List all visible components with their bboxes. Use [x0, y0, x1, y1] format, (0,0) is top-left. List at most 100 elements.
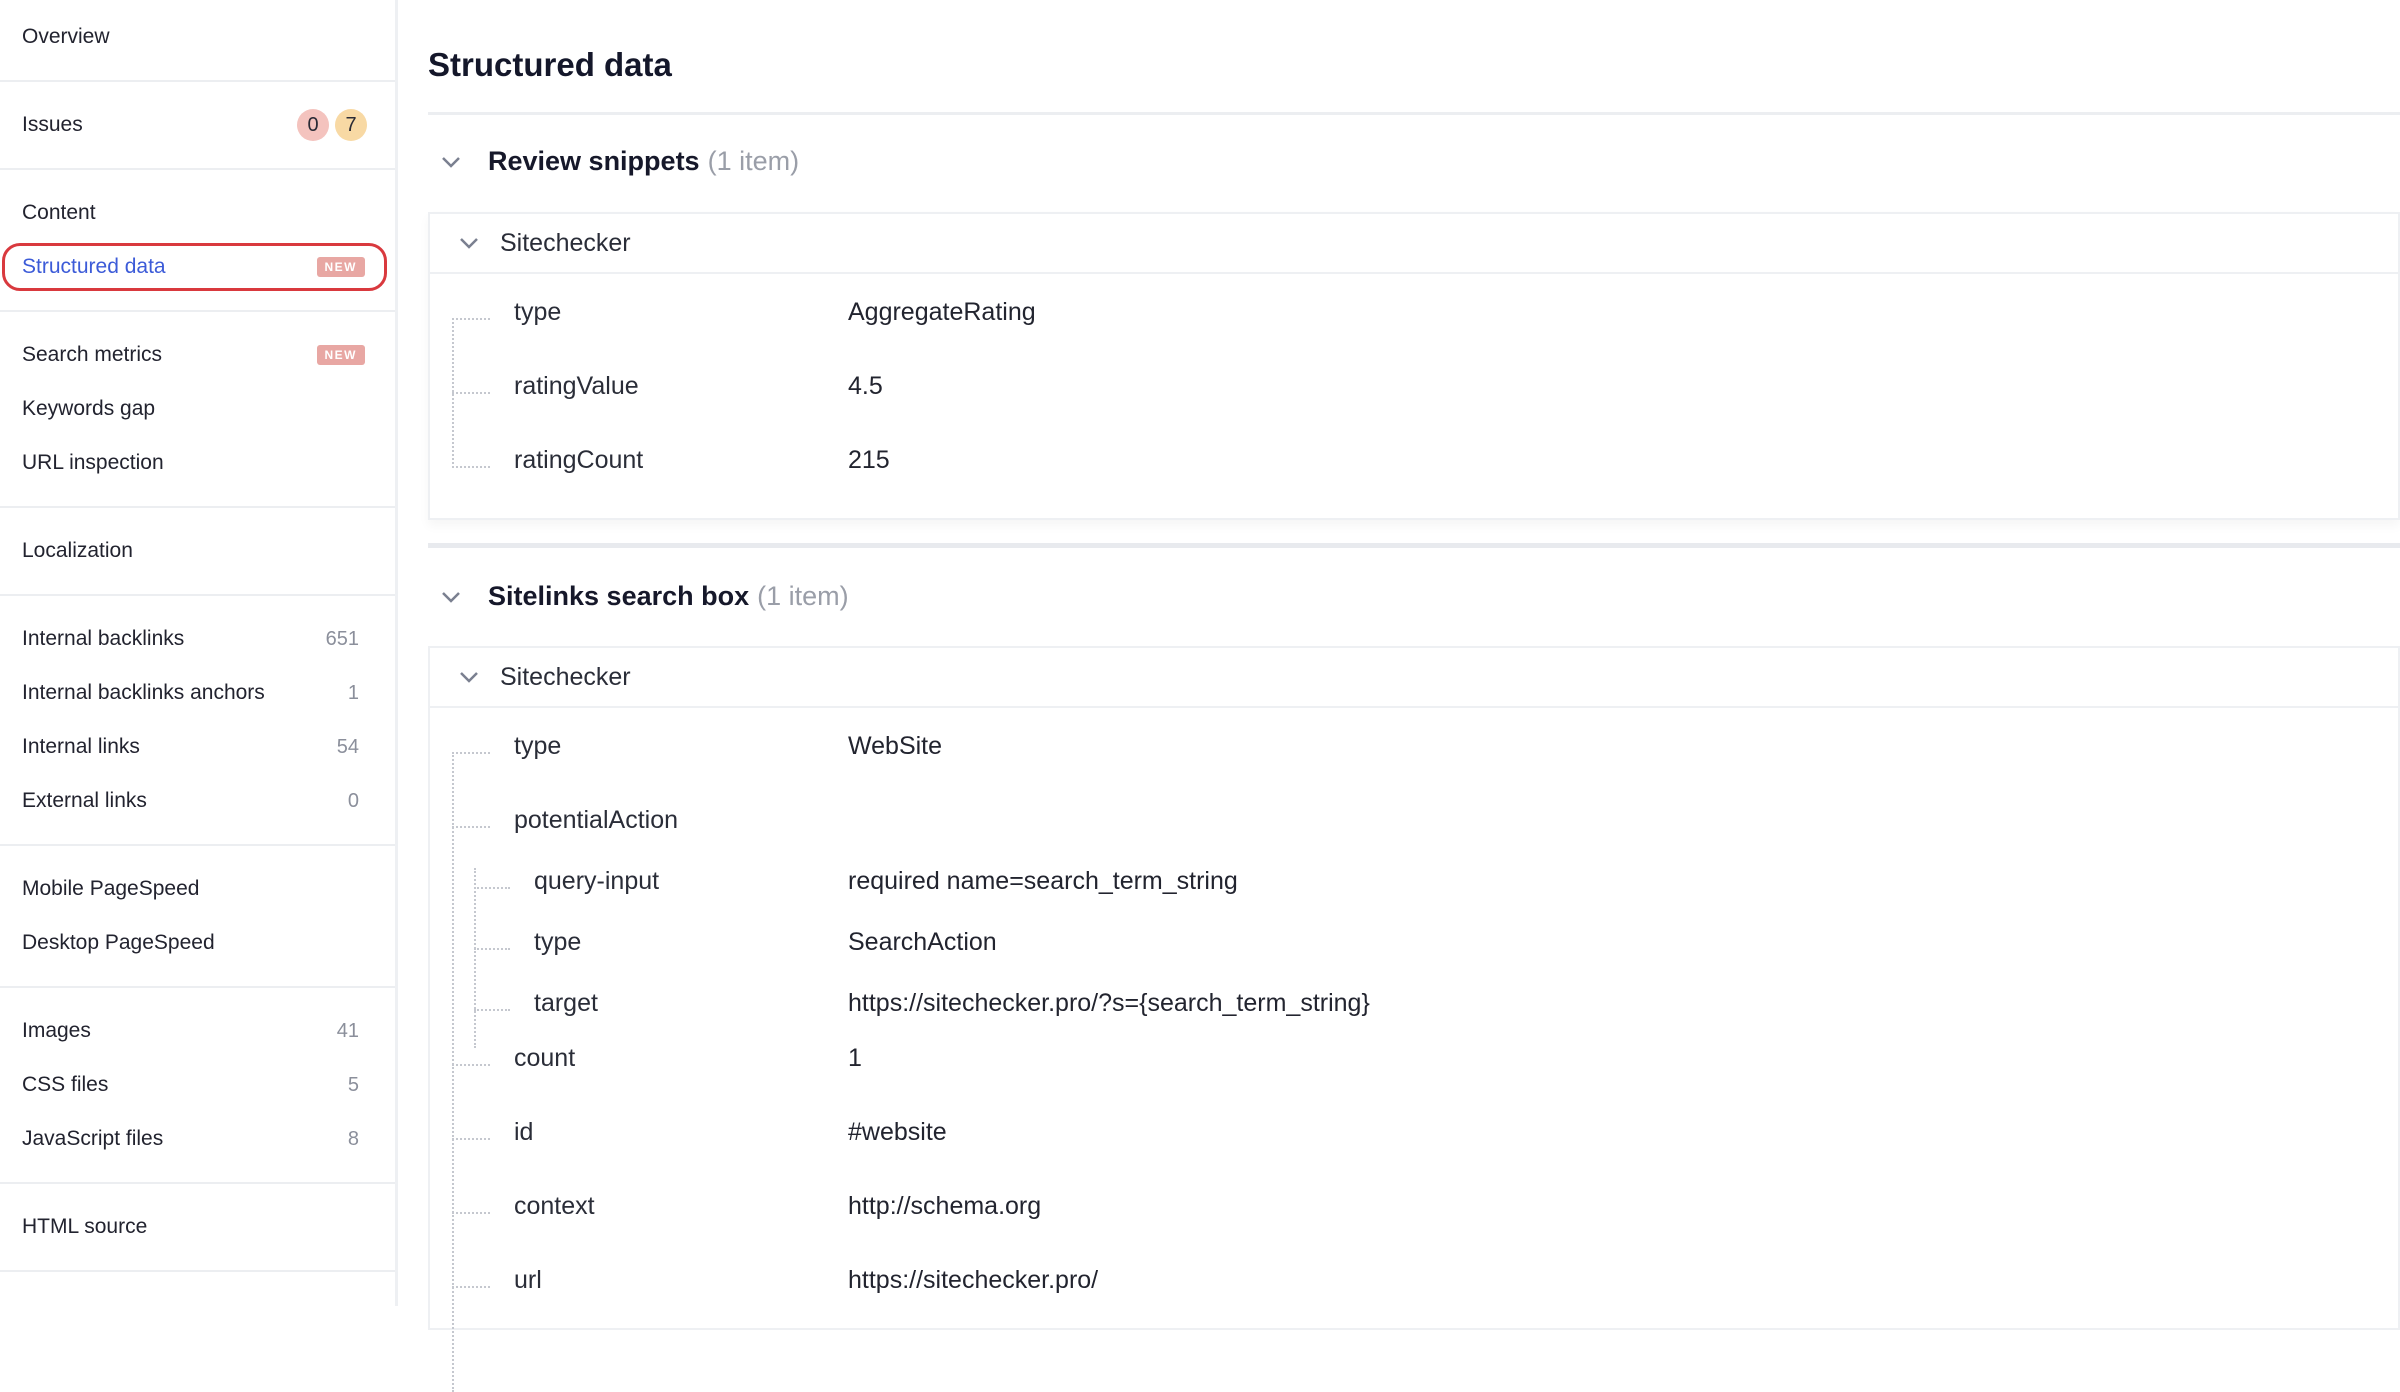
property-value: https://sitechecker.pro/?s={search_term_… [848, 989, 1370, 1017]
sidebar-group-content: Content Structured data NEW [0, 170, 395, 312]
chevron-down-icon [440, 149, 462, 175]
sidebar-item-label: Internal backlinks [22, 627, 185, 650]
property-value: http://schema.org [848, 1192, 1042, 1220]
property-key: count [514, 1044, 576, 1072]
sidebar-item-javascript-files[interactable]: JavaScript files 8 [0, 1112, 395, 1166]
sidebar-item-count: 1 [347, 681, 359, 704]
sidebar-item-label: Structured data [22, 255, 166, 278]
sidebar-item-label: HTML source [22, 1215, 148, 1238]
sidebar-item-label: Issues [22, 113, 83, 136]
property-key: potentialAction [514, 806, 679, 834]
sidebar-item-count: 5 [347, 1073, 359, 1096]
sidebar-item-count: 651 [325, 627, 359, 650]
property-row: context http://schema.org [430, 1192, 2398, 1232]
property-row: ratingCount 215 [430, 446, 2398, 486]
property-key: context [514, 1192, 595, 1220]
property-key: url [514, 1266, 542, 1294]
page-title: Structured data [428, 46, 672, 83]
sidebar-item-label: URL inspection [22, 451, 164, 474]
sidebar-item-label: JavaScript files [22, 1127, 164, 1150]
section-divider [428, 543, 2400, 548]
new-badge: NEW [316, 345, 365, 365]
sidebar-item-overview[interactable]: Overview [0, 10, 395, 64]
section-sitelinks-toggle[interactable]: Sitelinks search box (1 item) [440, 581, 849, 612]
entity-toggle[interactable]: Sitechecker [430, 214, 2398, 274]
sidebar-item-search-metrics[interactable]: Search metrics NEW [0, 328, 395, 382]
property-value: 1 [848, 1044, 862, 1072]
sidebar-item-keywords-gap[interactable]: Keywords gap [0, 382, 395, 436]
property-key: ratingCount [514, 446, 644, 474]
sidebar-group-search: Search metrics NEW Keywords gap URL insp… [0, 312, 395, 508]
chevron-down-icon [458, 230, 480, 256]
sidebar-item-external-links[interactable]: External links 0 [0, 774, 395, 828]
property-key: id [514, 1118, 534, 1146]
property-row: url https://sitechecker.pro/ [430, 1266, 2398, 1306]
sidebar-item-count: 0 [347, 789, 359, 812]
property-value: required name=search_term_string [848, 867, 1238, 895]
nested-property-row: type SearchAction [430, 928, 2398, 968]
property-row: count 1 [430, 1044, 2398, 1084]
sidebar-item-label: Localization [22, 539, 133, 562]
sidebar-group-overview: Overview [0, 0, 395, 82]
sidebar-item-css-files[interactable]: CSS files 5 [0, 1058, 395, 1112]
sidebar-item-internal-backlinks[interactable]: Internal backlinks 651 [0, 612, 395, 666]
entity-name: Sitechecker [500, 662, 631, 691]
property-row: id #website [430, 1118, 2398, 1158]
title-divider [428, 112, 2400, 115]
property-row: type WebSite [430, 732, 2398, 772]
section-review-snippets-toggle[interactable]: Review snippets (1 item) [440, 146, 799, 177]
sidebar-item-label: External links [22, 789, 147, 812]
sidebar-item-url-inspection[interactable]: URL inspection [0, 436, 395, 490]
sidebar-item-label: Overview [22, 25, 110, 48]
errors-count-badge: 0 [297, 109, 329, 141]
sidebar-item-content[interactable]: Content [0, 186, 395, 240]
property-value: 215 [848, 446, 890, 474]
new-badge: NEW [316, 257, 365, 277]
property-row: potentialAction [430, 806, 2398, 846]
sidebar-group-pagespeed: Mobile PageSpeed Desktop PageSpeed [0, 846, 395, 988]
sidebar-item-label: Content [22, 201, 96, 224]
property-value: SearchAction [848, 928, 997, 956]
sidebar-group-html: HTML source [0, 1184, 395, 1272]
entity-toggle[interactable]: Sitechecker [430, 648, 2398, 708]
section-item-count: (1 item) [707, 146, 800, 176]
sidebar-group-resources: Images 41 CSS files 5 JavaScript files 8 [0, 988, 395, 1184]
nested-property-row: target https://sitechecker.pro/?s={searc… [430, 989, 2398, 1029]
sidebar-item-images[interactable]: Images 41 [0, 1004, 395, 1058]
property-value: 4.5 [848, 372, 883, 400]
property-row: type AggregateRating [430, 298, 2398, 338]
sidebar-item-internal-links[interactable]: Internal links 54 [0, 720, 395, 774]
sidebar-item-label: Images [22, 1019, 91, 1042]
sidebar-item-label: Desktop PageSpeed [22, 931, 215, 954]
section-title: Sitelinks search box [488, 581, 750, 611]
sidebar-item-label: Keywords gap [22, 397, 156, 420]
main-content: Structured data Review snippets (1 item)… [428, 0, 2400, 1392]
sidebar-item-label: Internal links [22, 735, 140, 758]
sidebar-item-count: 8 [347, 1127, 359, 1150]
sitelinks-card: Sitechecker type WebSite potentialAction… [428, 646, 2400, 1392]
property-key: type [514, 298, 562, 326]
section-title: Review snippets [488, 146, 700, 176]
property-value: WebSite [848, 732, 943, 760]
property-value: https://sitechecker.pro/ [848, 1266, 1099, 1294]
sidebar-item-label: Internal backlinks anchors [22, 681, 265, 704]
sidebar-item-internal-backlinks-anchors[interactable]: Internal backlinks anchors 1 [0, 666, 395, 720]
property-key: target [534, 989, 598, 1017]
issue-counters: 0 7 [297, 109, 367, 141]
property-value: AggregateRating [848, 298, 1036, 326]
sidebar-item-count: 54 [336, 735, 359, 758]
sidebar-item-issues[interactable]: Issues 0 7 [0, 98, 395, 152]
property-key: query-input [534, 867, 660, 895]
sidebar-item-html-source[interactable]: HTML source [0, 1200, 395, 1254]
sidebar-item-localization[interactable]: Localization [0, 524, 395, 578]
entity-name: Sitechecker [500, 228, 631, 257]
sidebar-item-label: CSS files [22, 1073, 109, 1096]
sidebar-group-issues: Issues 0 7 [0, 82, 395, 170]
sidebar-group-links: Internal backlinks 651 Internal backlink… [0, 596, 395, 846]
sidebar-item-structured-data[interactable]: Structured data NEW [0, 240, 395, 294]
sidebar: Overview Issues 0 7 Content Structured d… [0, 0, 398, 1306]
sidebar-item-mobile-pagespeed[interactable]: Mobile PageSpeed [0, 862, 395, 916]
property-key: ratingValue [514, 372, 639, 400]
sidebar-item-desktop-pagespeed[interactable]: Desktop PageSpeed [0, 916, 395, 970]
property-key: type [514, 732, 562, 760]
